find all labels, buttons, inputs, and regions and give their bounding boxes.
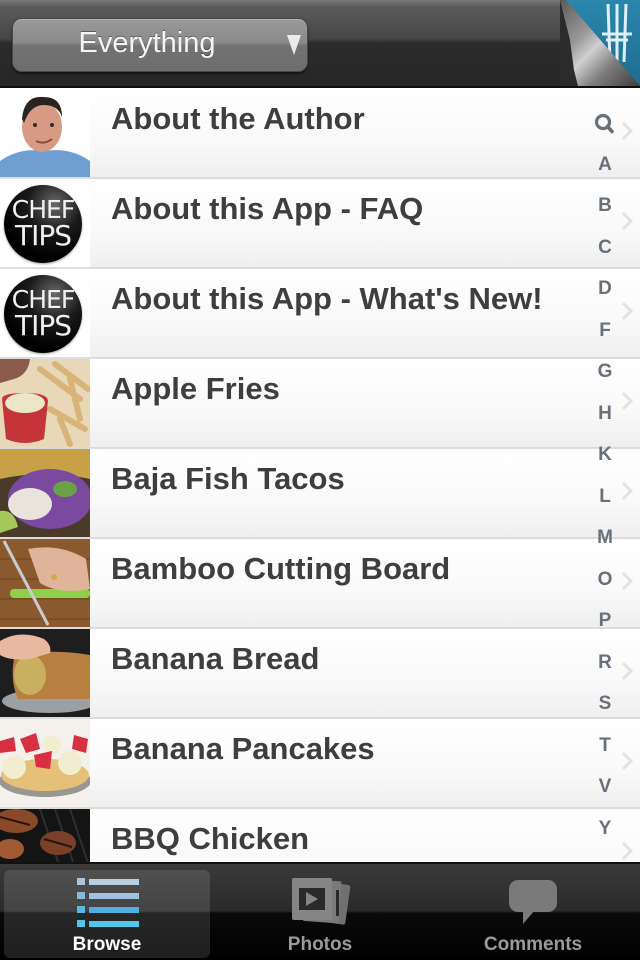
banana-bread-image: [0, 629, 90, 717]
list-item[interactable]: BBQ Chicken: [0, 809, 640, 862]
index-letter-h[interactable]: H: [586, 403, 624, 425]
speech-bubble-icon: [509, 880, 557, 924]
chef-tips-badge: CHEF TIPS: [4, 185, 82, 263]
index-letter-m[interactable]: M: [586, 527, 624, 549]
list-item-title: Banana Bread: [111, 641, 320, 676]
fish-tacos-photo: [0, 449, 90, 537]
banana-pancakes-photo: [0, 719, 90, 807]
list-item-title: About this App - FAQ: [111, 191, 424, 226]
apple-fries-photo: [0, 359, 90, 447]
chef-tips-badge: CHEF TIPS: [4, 275, 82, 353]
list-item[interactable]: Banana Bread: [0, 629, 640, 719]
list-icon: [77, 878, 139, 927]
fish-tacos-image: [0, 449, 90, 537]
header-bar: Everything: [0, 0, 640, 88]
tab-label: Comments: [483, 934, 583, 955]
chef-tips-logo: CHEF TIPS: [0, 179, 90, 267]
list-item[interactable]: Banana Pancakes: [0, 719, 640, 809]
index-letter-c[interactable]: C: [586, 237, 624, 259]
index-letter-y[interactable]: Y: [586, 818, 624, 840]
tab-browse[interactable]: Browse: [4, 870, 210, 958]
list-item[interactable]: Baja Fish Tacos: [0, 449, 640, 539]
photos-icon: [292, 878, 351, 925]
index-letter-a[interactable]: A: [586, 154, 624, 176]
bbq-chicken-image: [0, 809, 90, 862]
index-letter-p[interactable]: P: [586, 610, 624, 632]
bbq-chicken-photo: [0, 809, 90, 862]
list-item-title: About the Author: [111, 101, 365, 136]
index-letter-o[interactable]: O: [586, 569, 624, 591]
tab-bar: Browse Photos Comments: [0, 862, 640, 960]
index-letter-t[interactable]: T: [586, 735, 624, 757]
filter-dropdown-value: Everything: [78, 27, 216, 59]
search-icon[interactable]: [586, 112, 624, 136]
list-item-title: BBQ Chicken: [111, 821, 310, 856]
index-letter-d[interactable]: D: [586, 278, 624, 300]
banana-bread-photo: [0, 629, 90, 717]
page-curl-button[interactable]: [560, 0, 640, 86]
index-letter-k[interactable]: K: [586, 444, 624, 466]
list-item[interactable]: CHEF TIPS About this App - What's New!: [0, 269, 640, 359]
apple-fries-image: [0, 359, 90, 447]
list-item-title: Baja Fish Tacos: [111, 461, 345, 496]
author-photo-image: [0, 89, 90, 177]
banana-pancakes-image: [0, 719, 90, 807]
cutting-board-image: [0, 539, 90, 627]
list-item-title: Bamboo Cutting Board: [111, 551, 451, 586]
tab-label: Photos: [287, 934, 353, 955]
index-letter-g[interactable]: G: [586, 361, 624, 383]
logo-text-line2: TIPS: [14, 219, 72, 252]
list-item[interactable]: About the Author: [0, 89, 640, 179]
section-index-bar[interactable]: A B C D F G H K L M O P R S T V Y: [586, 104, 624, 844]
author-photo: [0, 89, 90, 177]
tab-comments[interactable]: Comments: [430, 870, 636, 958]
logo-text-line2: TIPS: [14, 309, 72, 342]
list-item-title: About this App - What's New!: [111, 281, 543, 316]
chevron-right-icon: [621, 841, 634, 861]
index-letter-f[interactable]: F: [586, 320, 624, 342]
tab-label: Browse: [72, 934, 142, 955]
tab-photos[interactable]: Photos: [217, 870, 423, 958]
list-item-title: Apple Fries: [111, 371, 280, 406]
list-item[interactable]: Apple Fries: [0, 359, 640, 449]
list-item-title: Banana Pancakes: [111, 731, 375, 766]
index-letter-v[interactable]: V: [586, 776, 624, 798]
filter-dropdown[interactable]: Everything: [12, 18, 308, 72]
index-letter-s[interactable]: S: [586, 693, 624, 715]
index-letter-r[interactable]: R: [586, 652, 624, 674]
index-letter-l[interactable]: L: [586, 486, 624, 508]
triangle-down-icon: [287, 35, 301, 55]
index-letter-b[interactable]: B: [586, 195, 624, 217]
cutting-board-photo: [0, 539, 90, 627]
list-item[interactable]: Bamboo Cutting Board: [0, 539, 640, 629]
list-item[interactable]: CHEF TIPS About this App - FAQ: [0, 179, 640, 269]
chef-tips-logo: CHEF TIPS: [0, 269, 90, 357]
recipe-list[interactable]: About the Author CHEF TIPS About this Ap…: [0, 89, 640, 862]
